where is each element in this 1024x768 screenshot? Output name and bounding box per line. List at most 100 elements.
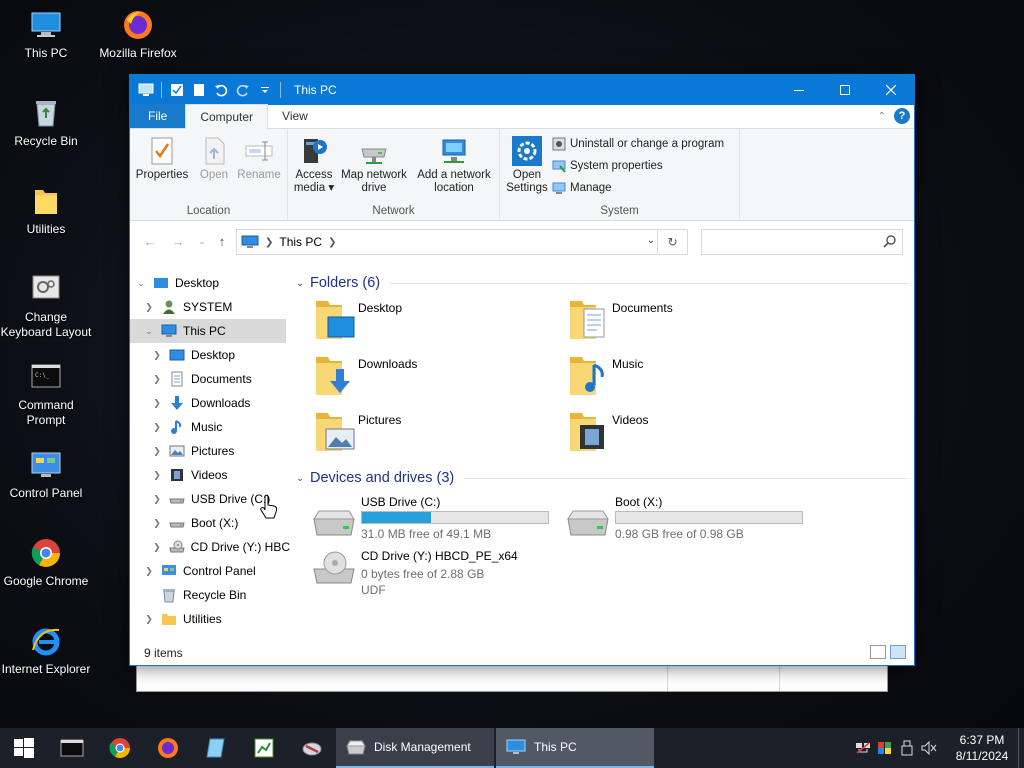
- redo-icon[interactable]: [233, 80, 253, 100]
- nav-item-recycle-bin[interactable]: Recycle Bin: [130, 583, 290, 607]
- recent-locations-button[interactable]: ⌄: [194, 233, 210, 249]
- uninstall-program-button[interactable]: Uninstall or change a program: [552, 137, 724, 151]
- map-network-drive-button[interactable]: Map network drive: [338, 135, 410, 195]
- taskbar-chrome[interactable]: [96, 728, 144, 768]
- chevron-right-icon[interactable]: ❯: [150, 422, 164, 433]
- chevron-right-icon[interactable]: ❯: [150, 470, 164, 481]
- folder-music[interactable]: Music: [566, 351, 816, 401]
- back-button[interactable]: ←: [142, 233, 158, 249]
- search-box[interactable]: [701, 229, 903, 255]
- taskbar-spreadsheet[interactable]: [240, 728, 288, 768]
- title-bar[interactable]: This PC: [130, 75, 914, 105]
- taskbar-firefox[interactable]: [144, 728, 192, 768]
- system-properties-button[interactable]: System properties: [552, 159, 663, 173]
- usb-icon[interactable]: [896, 740, 918, 756]
- open-settings-button[interactable]: Open Settings: [504, 135, 550, 195]
- drive-usb-c[interactable]: USB Drive (C:) 31.0 MB free of 49.1 MB: [303, 495, 553, 551]
- taskbar-tool[interactable]: [288, 728, 336, 768]
- desktop-icon-control-panel[interactable]: Control Panel: [0, 448, 92, 501]
- chevron-right-icon[interactable]: ❯: [150, 446, 164, 457]
- access-media-button[interactable]: Access media ▾: [292, 135, 336, 195]
- computer-icon[interactable]: [136, 80, 156, 100]
- folder-desktop[interactable]: Desktop: [312, 295, 562, 345]
- properties-icon[interactable]: [167, 80, 187, 100]
- desktop-icon-google-chrome[interactable]: Google Chrome: [0, 536, 92, 589]
- chevron-right-icon[interactable]: ❯: [150, 374, 164, 385]
- network-icon[interactable]: [852, 741, 874, 755]
- manage-button[interactable]: Manage: [552, 181, 612, 195]
- nav-item-system[interactable]: ❯ SYSTEM: [130, 295, 290, 319]
- undo-icon[interactable]: [211, 80, 231, 100]
- drive-boot-x[interactable]: Boot (X:) 0.98 GB free of 0.98 GB: [557, 495, 807, 551]
- clock[interactable]: 6:37 PM 8/11/2024: [946, 732, 1018, 764]
- customize-toolbar-icon[interactable]: [255, 80, 275, 100]
- address-bar[interactable]: ❯ This PC ❯ ⌄ ↻: [236, 229, 688, 255]
- nav-item-control-panel[interactable]: ❯ Control Panel: [130, 559, 290, 583]
- add-network-location-button[interactable]: Add a network location: [412, 135, 496, 195]
- display-icon[interactable]: [874, 741, 896, 755]
- chevron-down-icon[interactable]: ⌄: [142, 326, 156, 337]
- chevron-up-icon[interactable]: ⌃: [878, 111, 886, 122]
- desktop-icon-firefox[interactable]: Mozilla Firefox: [92, 8, 184, 61]
- desktop-icon-utilities[interactable]: Utilities: [0, 184, 92, 237]
- desktop-icon-this-pc[interactable]: This PC: [0, 8, 92, 61]
- nav-item-videos[interactable]: ❯ Videos: [130, 463, 290, 487]
- close-button[interactable]: [868, 75, 914, 105]
- desktop-icon-internet-explorer[interactable]: Internet Explorer: [0, 624, 92, 677]
- chevron-right-icon[interactable]: ❯: [150, 542, 164, 553]
- chevron-right-icon[interactable]: ❯: [265, 237, 273, 248]
- nav-item-utilities[interactable]: ❯ Utilities: [130, 607, 290, 631]
- nav-item-music[interactable]: ❯ Music: [130, 415, 290, 439]
- show-desktop-button[interactable]: [1018, 728, 1024, 768]
- tab-computer[interactable]: Computer: [185, 104, 269, 129]
- folders-section-header[interactable]: ⌄ Folders (6): [296, 273, 910, 293]
- taskbar-command-prompt[interactable]: [48, 728, 96, 768]
- chevron-right-icon[interactable]: ❯: [142, 302, 156, 313]
- desktop-icon-recycle-bin[interactable]: Recycle Bin: [0, 96, 92, 149]
- address-dropdown-icon[interactable]: ⌄: [647, 235, 655, 246]
- nav-item-desktop[interactable]: ❯ Desktop: [130, 343, 290, 367]
- chevron-right-icon[interactable]: ❯: [142, 566, 156, 577]
- tab-file[interactable]: File: [130, 104, 186, 128]
- folder-videos[interactable]: Videos: [566, 407, 816, 457]
- breadcrumb-this-pc[interactable]: This PC: [279, 235, 322, 249]
- large-icons-view-button[interactable]: [890, 645, 906, 659]
- refresh-button[interactable]: ↻: [657, 230, 687, 254]
- minimize-button[interactable]: [776, 75, 822, 105]
- taskbar-task-disk-management[interactable]: Disk Management: [336, 728, 494, 768]
- folder-documents[interactable]: Documents: [566, 295, 816, 345]
- new-folder-icon[interactable]: [189, 80, 209, 100]
- nav-item-desktop-root[interactable]: ⌄ Desktop: [130, 271, 290, 295]
- nav-item-cd-drive[interactable]: ❯ CD Drive (Y:) HBC: [130, 535, 290, 559]
- chevron-right-icon[interactable]: ❯: [150, 350, 164, 361]
- nav-item-downloads[interactable]: ❯ Downloads: [130, 391, 290, 415]
- desktop-icon-change-keyboard-layout[interactable]: Change Keyboard Layout: [0, 272, 92, 340]
- search-input[interactable]: [702, 230, 872, 254]
- drives-section-header[interactable]: ⌄ Devices and drives (3): [296, 468, 910, 488]
- start-button[interactable]: [0, 728, 48, 768]
- properties-button[interactable]: Properties: [136, 135, 188, 182]
- chevron-right-icon[interactable]: ❯: [150, 518, 164, 529]
- nav-item-documents[interactable]: ❯ Documents: [130, 367, 290, 391]
- chevron-right-icon[interactable]: ❯: [150, 494, 164, 505]
- maximize-button[interactable]: [822, 75, 868, 105]
- nav-item-this-pc[interactable]: ⌄ This PC: [130, 319, 286, 343]
- drive-cd-y[interactable]: CD Drive (Y:) HBCD_PE_x64 0 bytes free o…: [303, 549, 553, 605]
- taskbar-notepad[interactable]: [192, 728, 240, 768]
- forward-button[interactable]: →: [170, 233, 186, 249]
- up-button[interactable]: ↑: [214, 233, 230, 249]
- chevron-right-icon[interactable]: ❯: [328, 237, 336, 248]
- help-icon[interactable]: ?: [894, 108, 910, 124]
- details-view-button[interactable]: [870, 645, 886, 659]
- taskbar-task-this-pc[interactable]: This PC: [496, 728, 654, 768]
- nav-item-pictures[interactable]: ❯ Pictures: [130, 439, 290, 463]
- folder-pictures[interactable]: Pictures: [312, 407, 562, 457]
- chevron-down-icon[interactable]: ⌄: [134, 278, 148, 289]
- chevron-right-icon[interactable]: ❯: [142, 614, 156, 625]
- rename-button[interactable]: Rename: [234, 135, 284, 182]
- folder-downloads[interactable]: Downloads: [312, 351, 562, 401]
- desktop-icon-command-prompt[interactable]: C:\_ Command Prompt: [0, 360, 92, 428]
- chevron-right-icon[interactable]: ❯: [150, 398, 164, 409]
- volume-muted-icon[interactable]: [918, 741, 940, 755]
- open-button[interactable]: Open: [194, 135, 234, 182]
